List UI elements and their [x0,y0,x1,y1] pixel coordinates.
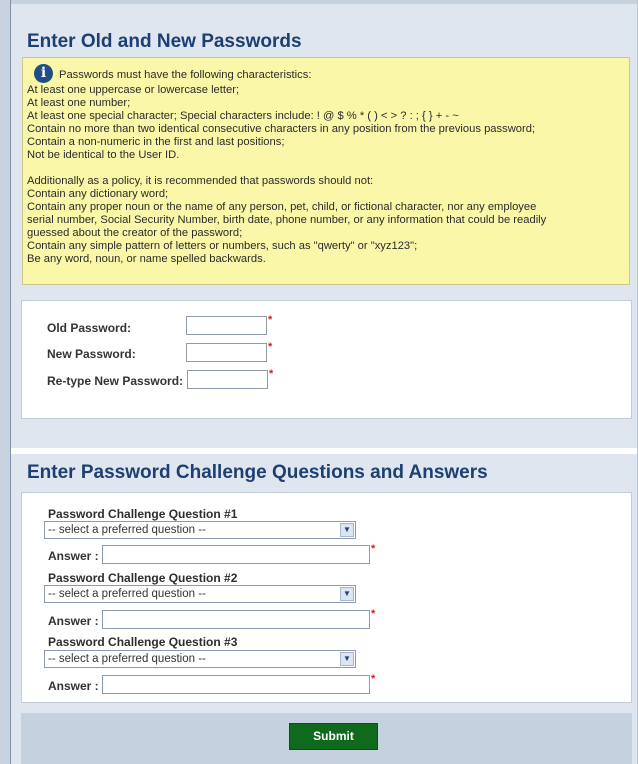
notice-line: serial number, Social Security Number, b… [27,214,547,226]
required-marker: * [371,543,376,555]
left-page-border [0,0,10,764]
notice-line: Passwords must have the following charac… [59,69,312,81]
question-1-label: Password Challenge Question #1 [48,507,238,521]
notice-line: Contain no more than two identical conse… [27,123,536,135]
challenge-section-title: Enter Password Challenge Questions and A… [27,462,488,483]
chevron-down-icon[interactable]: ▼ [340,523,354,537]
question-2-select[interactable]: -- select a preferred question -- ▼ [44,585,356,603]
answer-3-label: Answer : [48,679,99,693]
question-2-label: Password Challenge Question #2 [48,571,238,585]
notice-line: guessed about the creator of the passwor… [27,227,243,239]
question-1-selected-value: -- select a preferred question -- [48,524,206,536]
password-rules-notice: i Passwords must have the following char… [22,57,630,285]
required-marker: * [268,341,273,353]
answer-3-input[interactable] [102,675,370,694]
answer-1-label: Answer : [48,549,99,563]
question-3-label: Password Challenge Question #3 [48,635,238,649]
notice-line: Be any word, noun, or name spelled backw… [27,253,266,265]
question-3-selected-value: -- select a preferred question -- [48,653,206,665]
password-fields-panel: Old Password: * New Password: * Re-type … [21,300,632,419]
notice-line: Contain any simple pattern of letters or… [27,240,418,252]
notice-line: Not be identical to the User ID. [27,149,180,161]
notice-line: At least one uppercase or lowercase lett… [27,84,240,96]
info-icon: i [34,64,53,83]
retype-password-input[interactable] [187,370,268,389]
notice-line: Contain any dictionary word; [27,188,169,200]
required-marker: * [268,314,273,326]
submit-button[interactable]: Submit [289,723,378,750]
old-password-input[interactable] [186,316,267,335]
question-3-select[interactable]: -- select a preferred question -- ▼ [44,650,356,668]
notice-line: At least one special character; Special … [27,110,459,122]
question-2-selected-value: -- select a preferred question -- [48,588,206,600]
question-1-select[interactable]: -- select a preferred question -- ▼ [44,521,356,539]
challenge-questions-panel: Password Challenge Question #1 -- select… [21,492,632,703]
notice-line: Contain a non-numeric in the first and l… [27,136,285,148]
required-marker: * [371,608,376,620]
required-marker: * [371,673,376,685]
chevron-down-icon[interactable]: ▼ [340,587,354,601]
chevron-down-icon[interactable]: ▼ [340,652,354,666]
retype-password-label: Re-type New Password: [47,374,184,388]
new-password-label: New Password: [47,347,136,361]
required-marker: * [269,368,274,380]
notice-line: Contain any proper noun or the name of a… [27,201,537,213]
notice-line: At least one number; [27,97,131,109]
answer-1-input[interactable] [102,545,370,564]
passwords-section-title: Enter Old and New Passwords [27,31,302,52]
answer-2-input[interactable] [102,610,370,629]
answer-2-label: Answer : [48,614,99,628]
notice-line: Additionally as a policy, it is recommen… [27,175,374,187]
old-password-label: Old Password: [47,321,132,335]
new-password-input[interactable] [186,343,267,362]
